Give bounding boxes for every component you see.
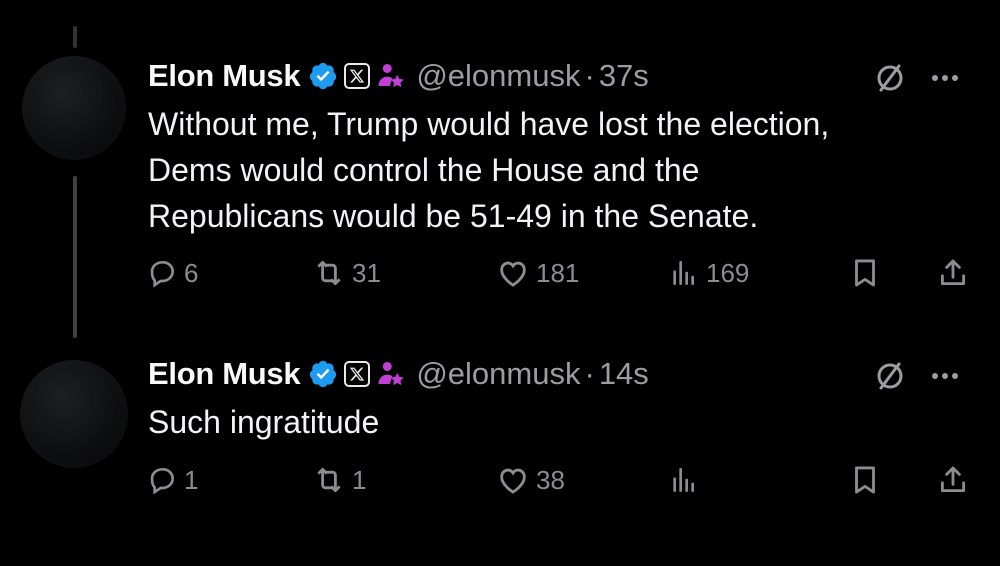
repost-icon [312,463,346,497]
handle[interactable]: @elonmusk [416,58,580,94]
verified-badge-icon [308,359,338,389]
separator-dot: · [584,356,595,391]
views-button[interactable] [668,457,700,503]
separator-dot: · [584,58,595,93]
repost-button[interactable]: 1 [312,457,366,503]
share-icon [936,463,970,497]
like-button[interactable]: 38 [496,457,565,503]
tweet-text-line: Without me, Trump would have lost the el… [148,106,830,142]
like-icon [496,256,530,290]
views-icon [668,464,700,496]
display-name[interactable]: Elon Musk [148,356,301,392]
action-bar: 6 31 181 169 [146,250,986,296]
affiliate-person-icon [376,359,406,389]
grok-icon[interactable] [870,58,910,98]
reply-icon [146,464,178,496]
reply-icon [146,257,178,289]
views-button[interactable]: 169 [668,250,749,296]
more-dots-icon[interactable] [925,58,965,98]
repost-button[interactable]: 31 [312,250,381,296]
like-button[interactable]: 181 [496,250,579,296]
bookmark-button[interactable] [848,457,882,503]
bookmark-icon [848,463,882,497]
timestamp[interactable]: 14s [599,356,649,392]
like-count: 181 [536,257,580,288]
display-name[interactable]: Elon Musk [148,58,301,94]
views-icon [668,257,700,289]
thread-connector-line [73,176,77,338]
tweet-text-line: Republicans would be 51-49 in the Senate… [148,198,759,234]
repost-count: 31 [352,257,381,288]
thread-line-top [73,26,77,48]
action-bar: 1 1 38 [146,457,986,503]
reply-button[interactable]: 6 [146,250,198,296]
like-icon [496,463,530,497]
repost-count: 1 [352,464,367,495]
more-dots-icon[interactable] [925,356,965,396]
share-button[interactable] [936,250,970,296]
tweet-text-line: Dems would control the House and the [148,152,700,188]
x-logo-icon [344,63,371,89]
repost-icon [312,256,346,290]
like-count: 38 [536,464,565,495]
reply-count: 1 [184,464,199,495]
tweet-text: Such ingratitude [148,399,978,445]
bookmark-icon [848,256,882,290]
share-button[interactable] [936,457,970,503]
views-count: 169 [706,257,750,288]
tweet-text-line: Such ingratitude [148,404,380,440]
handle[interactable]: @elonmusk [416,356,580,392]
x-logo-icon [344,361,371,387]
tweet-header: Elon Musk @elonmusk · 14s [148,354,649,394]
timestamp[interactable]: 37s [599,58,649,94]
bookmark-button[interactable] [848,250,882,296]
reply-button[interactable]: 1 [146,457,198,503]
reply-count: 6 [184,257,199,288]
avatar[interactable] [22,56,126,160]
share-icon [936,256,970,290]
tweet-text: Without me, Trump would have lost the el… [148,101,978,239]
affiliate-person-icon [376,61,406,91]
avatar[interactable] [20,360,128,468]
verified-badge-icon [308,61,338,91]
tweet-header: Elon Musk @elonmusk · 37s [148,56,649,96]
grok-icon[interactable] [870,356,910,396]
